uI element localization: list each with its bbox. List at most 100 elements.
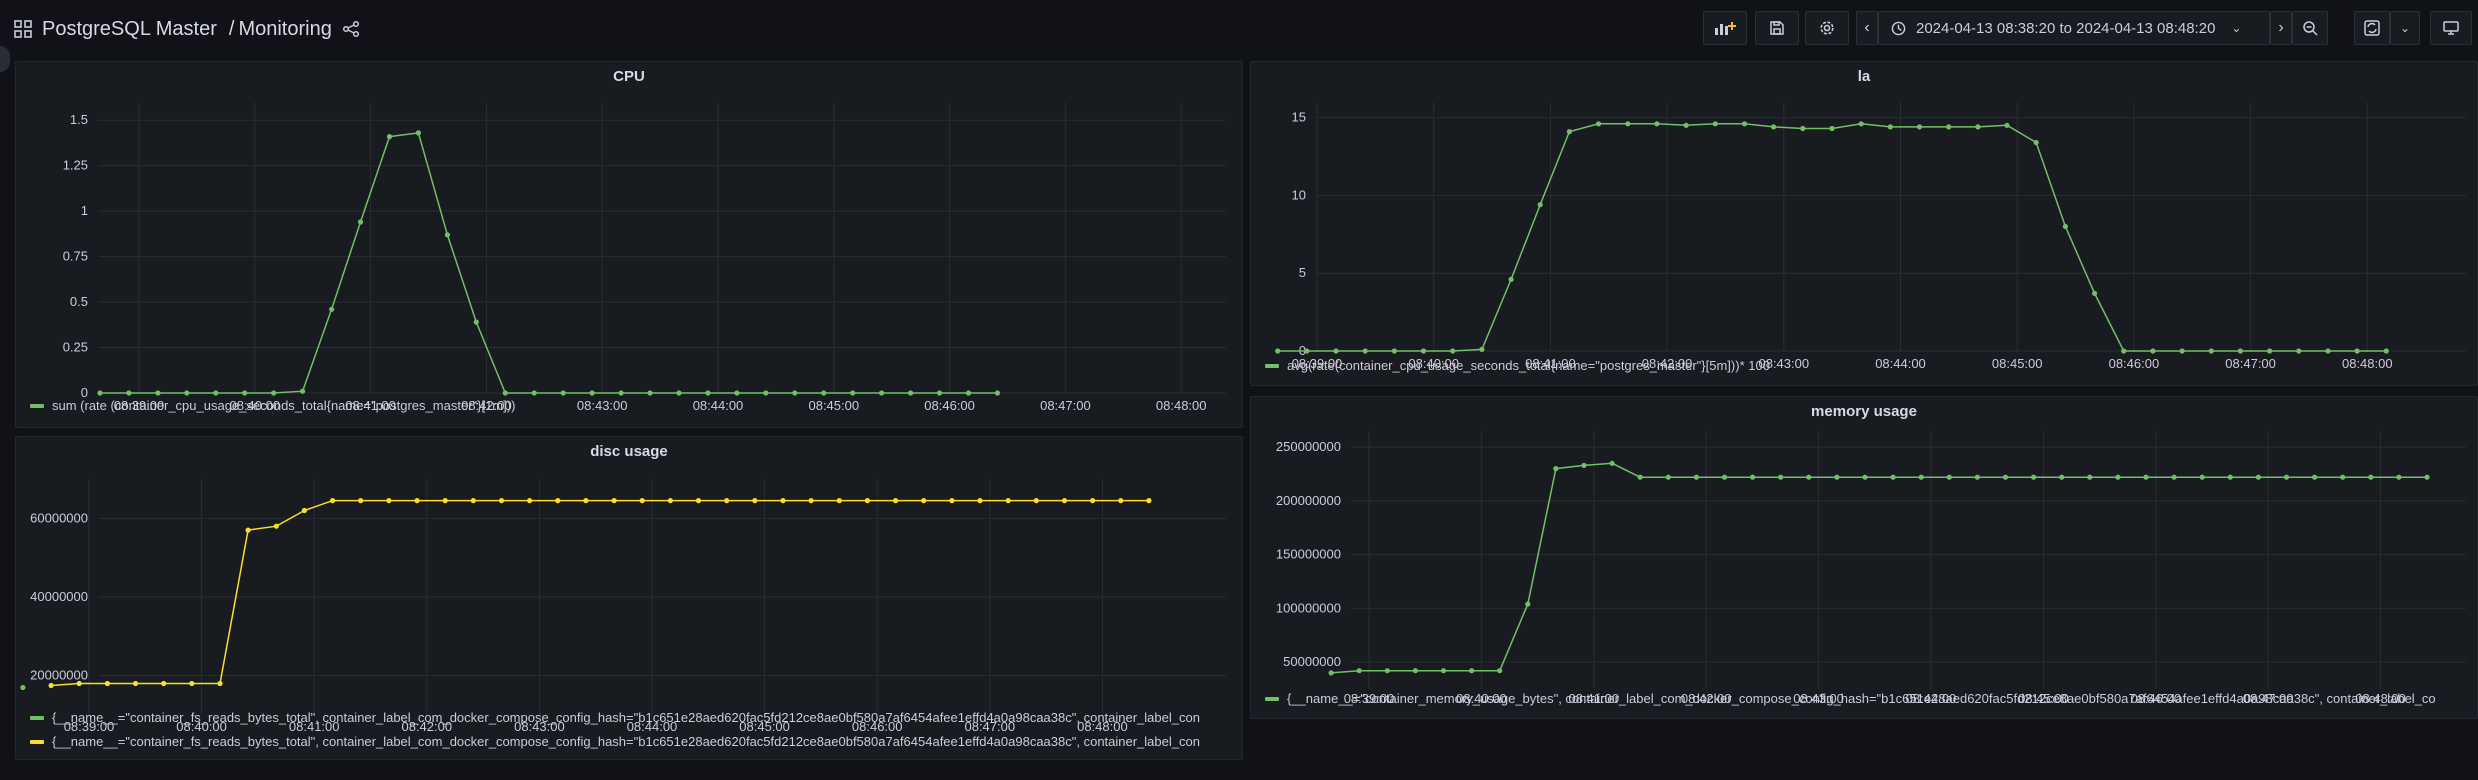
tv-mode-button[interactable] [2430,11,2472,45]
data-point [555,498,561,504]
data-point [1637,474,1643,480]
legend-item[interactable]: sum (rate (container_cpu_usage_seconds_t… [30,398,1230,413]
data-point [213,390,219,396]
data-point [161,680,167,687]
data-point [217,680,223,687]
data-point [300,388,306,394]
data-point [724,498,730,504]
data-point [2031,474,2037,480]
data-point [1581,462,1587,468]
panel-title[interactable]: CPU [16,68,1242,85]
legend-swatch [30,715,44,720]
data-point [329,306,335,312]
panel-title[interactable]: memory usage [1251,403,2477,420]
legend-label: {__name__="container_fs_reads_bytes_tota… [52,734,1200,749]
data-point [667,498,674,504]
panel-title[interactable]: la [1251,68,2477,85]
data-point [2424,474,2430,480]
sidebar-toggle[interactable] [0,46,10,72]
series-line [1277,123,2387,352]
data-point [357,219,364,225]
data-point [1508,276,1514,282]
apps-icon[interactable] [14,20,32,38]
refresh-button[interactable] [2354,11,2390,45]
panel-title[interactable]: disc usage [16,443,1242,460]
disc-usage-panel[interactable]: disc usage 08:39:00 08:40:00 08:41:00 08:42… [15,436,1243,760]
data-point [414,498,420,504]
legend-item[interactable]: {__name__="container_fs_reads_bytes_tota… [30,734,1250,749]
data-point [705,390,711,396]
legend-item[interactable]: avg(rate(container_cpu_usage_seconds_tot… [1265,358,2465,373]
data-point [1918,474,1924,480]
data-point [48,682,54,689]
series-line [100,132,998,394]
memory-usage-chart[interactable]: 08:39:00 08:40:00 08:41:00 08:42:00 08:43:00… [1251,419,2477,709]
legend-swatch [1265,696,1279,701]
memory-usage-panel[interactable]: memory usage 08:39:00 08:40:00 08:41:00 08:… [1250,396,2478,719]
data-point [1693,474,1699,480]
y-tick-label: 150000000 [1276,547,1341,562]
series-line [1331,462,2427,674]
refresh-interval-button[interactable]: ⌄ [2390,11,2420,45]
data-point [2368,474,2374,480]
cpu-panel[interactable]: CPU 08:39:00 08:40:00 08:41:00 08:42:00 08:4… [15,61,1243,428]
refresh-icon [2364,20,2380,36]
data-point [2296,348,2302,354]
y-tick-label: 1.5 [70,112,88,127]
data-point [415,130,421,136]
dashboard-folder-link[interactable]: PostgreSQL Master [42,18,217,41]
data-point [893,498,899,504]
data-point [965,390,972,396]
time-shift-forward-button[interactable]: › [2270,11,2292,45]
clock-icon [1891,21,1906,36]
data-point [2354,348,2360,354]
save-dashboard-button[interactable] [1755,11,1799,45]
legend-item[interactable]: {__name__="container_fs_reads_bytes_tota… [30,710,1250,725]
time-shift-back-button[interactable]: ‹ [1856,11,1878,45]
chevron-left-icon: ‹ [1864,19,1870,36]
data-point [132,680,139,687]
data-point [1479,346,1485,352]
data-point [273,523,279,529]
dashboard-header: PostgreSQL Master / Monitoring ‹ 2024-04… [0,0,2478,58]
data-point [97,390,103,396]
data-point [780,498,786,504]
data-point [2208,348,2214,354]
data-point [1750,474,1756,480]
y-tick-label: 5 [1299,265,1306,280]
data-point [1328,670,1334,676]
data-point [583,498,589,504]
data-point [1829,125,1835,132]
data-point [330,498,336,504]
dashboard-settings-button[interactable] [1805,11,1849,45]
data-point [1741,121,1748,127]
cpu-chart[interactable]: 08:39:00 08:40:00 08:41:00 08:42:00 08:43:00… [16,84,1242,424]
data-point [949,498,955,504]
data-point [2115,474,2121,480]
la-panel[interactable]: la 08:39:00 08:40:00 08:41:00 08:42:00 08:43… [1250,61,2478,386]
data-point [386,134,393,140]
time-picker-button[interactable]: 2024-04-13 08:38:20 to 2024-04-13 08:48:… [1878,11,2270,45]
y-tick-label: 15 [1292,110,1306,125]
data-point [2255,474,2261,480]
la-chart[interactable]: 08:39:00 08:40:00 08:41:00 08:42:00 08:43:00… [1251,84,2477,374]
data-point [2283,474,2290,480]
data-point [126,390,132,396]
share-icon[interactable] [342,20,360,38]
data-point [1974,474,1980,480]
data-point [647,390,653,396]
y-tick-label: 10 [1292,187,1306,202]
zoom-out-button[interactable] [2292,11,2328,45]
data-point [611,498,617,504]
y-tick-label: 0.5 [70,294,88,309]
data-point [184,390,190,396]
data-point [1625,121,1631,127]
data-point [2340,474,2346,480]
legend-item[interactable]: {__name__="container_memory_usage_bytes"… [1265,691,2478,706]
data-point [1525,601,1531,607]
data-point [994,390,1001,396]
legend-label: {__name__="container_fs_reads_bytes_tota… [52,710,1200,725]
dashboard-title[interactable]: Monitoring [238,18,331,41]
disc-usage-chart[interactable]: 08:39:00 08:40:00 08:41:00 08:42:00 08:43:00… [16,459,1242,735]
add-panel-button[interactable] [1703,11,1747,45]
